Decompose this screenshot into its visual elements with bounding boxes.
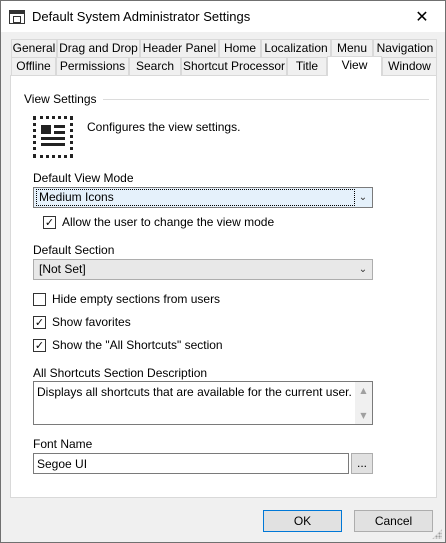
- tab-navigation[interactable]: Navigation: [373, 39, 437, 57]
- tab-shortcut-processor[interactable]: Shortcut Processor: [181, 57, 287, 75]
- show-all-shortcuts-checkbox[interactable]: ✓: [33, 338, 46, 352]
- tab-general[interactable]: General: [11, 39, 57, 57]
- show-all-shortcuts-label: Show the "All Shortcuts" section: [52, 338, 223, 352]
- font-name-value: Segoe UI: [37, 457, 88, 471]
- font-name-input[interactable]: Segoe UI: [33, 453, 349, 474]
- settings-window: Default System Administrator Settings ✕ …: [0, 0, 446, 543]
- tab-header-panel[interactable]: Header Panel: [140, 39, 219, 57]
- show-favorites-label: Show favorites: [52, 315, 131, 329]
- default-view-mode-select[interactable]: Medium Icons ⌄: [33, 187, 373, 208]
- allow-change-view-mode-checkbox-row[interactable]: ✓ Allow the user to change the view mode: [43, 215, 274, 229]
- tab-window[interactable]: Window: [382, 57, 437, 75]
- title-bar[interactable]: Default System Administrator Settings ✕: [1, 1, 445, 32]
- resize-grip[interactable]: [432, 529, 442, 539]
- font-name-label: Font Name: [33, 437, 93, 451]
- close-button[interactable]: ✕: [399, 1, 445, 32]
- all-shortcuts-description-value: Displays all shortcuts that are availabl…: [37, 385, 352, 399]
- tab-title[interactable]: Title: [287, 57, 327, 75]
- default-section-value: [Not Set]: [39, 262, 86, 276]
- group-divider: [103, 99, 429, 100]
- group-label-view-settings: View Settings: [24, 92, 97, 106]
- scroll-down-icon[interactable]: ▼: [355, 407, 372, 424]
- allow-change-view-mode-checkbox[interactable]: ✓: [43, 215, 56, 229]
- chevron-down-icon: ⌄: [358, 264, 368, 275]
- hide-empty-sections-checkbox[interactable]: [33, 292, 46, 306]
- hide-empty-sections-label: Hide empty sections from users: [52, 292, 221, 306]
- show-favorites-checkbox[interactable]: ✓: [33, 315, 46, 329]
- tab-view[interactable]: View: [327, 56, 382, 76]
- show-all-shortcuts-checkbox-row[interactable]: ✓ Show the "All Shortcuts" section: [33, 338, 223, 352]
- default-view-mode-label: Default View Mode: [33, 171, 134, 185]
- all-shortcuts-description-textarea[interactable]: Displays all shortcuts that are availabl…: [33, 381, 373, 425]
- default-section-select[interactable]: [Not Set] ⌄: [33, 259, 373, 280]
- tab-offline[interactable]: Offline: [11, 57, 56, 75]
- scroll-up-icon[interactable]: ▲: [355, 382, 372, 399]
- view-tab-panel: View Settings Configures the view settin…: [10, 75, 437, 498]
- tab-permissions[interactable]: Permissions: [56, 57, 129, 75]
- font-browse-button[interactable]: ...: [351, 453, 373, 474]
- app-icon: [9, 10, 25, 24]
- chevron-down-icon: ⌄: [358, 192, 368, 203]
- tab-drag-and-drop[interactable]: Drag and Drop: [57, 39, 140, 57]
- hide-empty-sections-checkbox-row[interactable]: Hide empty sections from users: [33, 292, 220, 306]
- all-shortcuts-description-label: All Shortcuts Section Description: [33, 366, 208, 380]
- view-settings-description: Configures the view settings.: [87, 120, 241, 134]
- default-view-mode-value: Medium Icons: [36, 189, 355, 206]
- textarea-scrollbar[interactable]: ▲ ▼: [355, 382, 372, 424]
- show-favorites-checkbox-row[interactable]: ✓ Show favorites: [33, 315, 131, 329]
- tab-localization[interactable]: Localization: [261, 39, 331, 57]
- default-section-label: Default Section: [33, 243, 115, 257]
- tab-search[interactable]: Search: [129, 57, 181, 75]
- allow-change-view-mode-label: Allow the user to change the view mode: [62, 215, 275, 229]
- window-title: Default System Administrator Settings: [32, 9, 251, 24]
- cancel-button[interactable]: Cancel: [354, 510, 433, 532]
- view-settings-icon: [33, 116, 73, 158]
- tab-menu[interactable]: Menu: [331, 39, 373, 57]
- ok-button[interactable]: OK: [263, 510, 342, 532]
- tab-home[interactable]: Home: [219, 39, 261, 57]
